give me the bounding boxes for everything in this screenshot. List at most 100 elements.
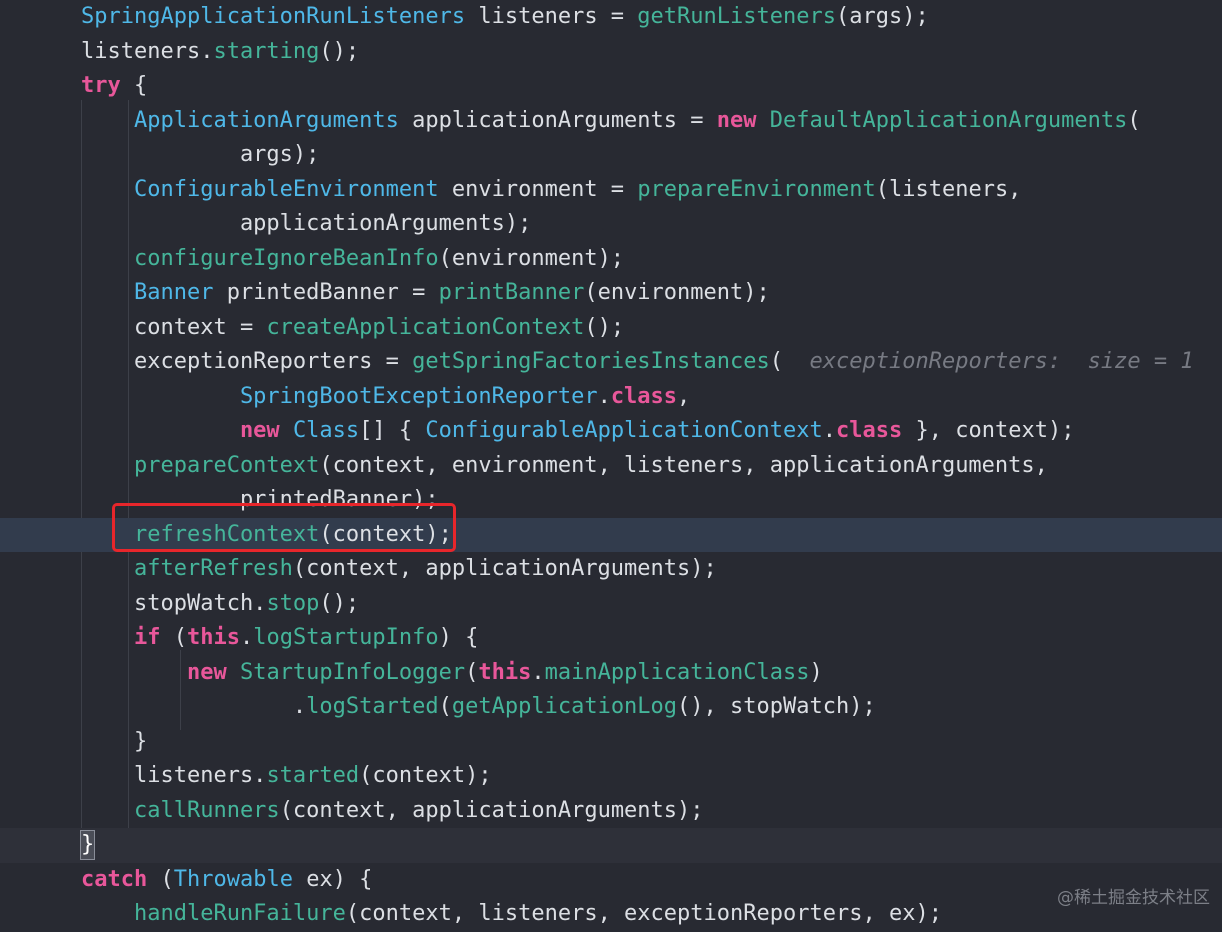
code-token: new — [81, 418, 280, 443]
code-token: this — [478, 659, 532, 685]
code-line[interactable]: stopWatch.stop(); — [0, 587, 1222, 622]
code-line[interactable]: } — [0, 828, 1222, 863]
code-token: listeners. — [81, 38, 214, 64]
code-token: , — [677, 383, 691, 409]
code-token: logStarted — [306, 694, 439, 719]
code-line[interactable]: applicationArguments); — [0, 207, 1222, 242]
code-editor[interactable]: SpringApplicationRunListeners listeners … — [0, 0, 1222, 926]
code-token: started — [266, 763, 360, 788]
code-token: ApplicationArguments — [81, 107, 399, 133]
code-token: callRunners — [81, 797, 280, 823]
code-line[interactable]: if (this.logStartupInfo) { — [0, 621, 1222, 656]
code-token: [] { — [359, 418, 426, 443]
code-token: getRunListeners — [637, 4, 836, 29]
code-token: SpringApplicationRunListeners — [81, 4, 466, 29]
code-token: handleRunFailure — [81, 901, 346, 926]
code-token: logStartupInfo — [253, 625, 439, 650]
code-token: ) — [809, 659, 823, 685]
code-token: (context); — [359, 763, 492, 788]
code-token: } — [79, 830, 96, 860]
code-line[interactable]: new StartupInfoLogger(this.mainApplicati… — [0, 656, 1222, 691]
code-line[interactable]: listeners.starting(); — [0, 35, 1222, 70]
code-token: ConfigurableEnvironment — [81, 176, 439, 202]
code-token: applicationArguments); — [81, 211, 532, 236]
code-line[interactable]: catch (Throwable ex) { — [0, 863, 1222, 898]
code-token: } — [81, 728, 148, 754]
code-token: try — [81, 73, 121, 98]
code-token: class — [610, 383, 678, 409]
code-line[interactable]: configureIgnoreBeanInfo(environment); — [0, 242, 1222, 277]
code-token: class — [836, 418, 903, 443]
code-token: catch — [81, 866, 148, 892]
code-line[interactable]: Banner printedBanner = printBanner(envir… — [0, 276, 1222, 311]
code-token: context = — [81, 314, 267, 340]
code-line[interactable]: } — [0, 725, 1222, 760]
code-token: (); — [584, 314, 625, 340]
code-line[interactable]: args); — [0, 138, 1222, 173]
code-token: listeners = — [465, 4, 638, 29]
code-line[interactable]: handleRunFailure(context, listeners, exc… — [0, 897, 1222, 932]
code-token: . — [81, 694, 307, 719]
code-token: stopWatch. — [81, 590, 267, 616]
code-token: StartupInfoLogger — [239, 659, 466, 685]
code-token: exceptionReporters = — [81, 349, 413, 374]
code-token: . — [597, 383, 611, 409]
code-token: ( — [465, 659, 479, 685]
code-line[interactable]: afterRefresh(context, applicationArgumen… — [0, 552, 1222, 587]
code-token: (); — [319, 590, 360, 616]
code-token: configureIgnoreBeanInfo — [81, 245, 439, 271]
code-token: printedBanner = — [213, 280, 439, 305]
code-line[interactable]: .logStarted(getApplicationLog(), stopWat… — [0, 690, 1222, 725]
code-token: Class — [292, 418, 360, 443]
code-token: exceptionReporters: size = 1 — [809, 349, 1194, 374]
code-token: (environment); — [438, 245, 625, 271]
code-line[interactable]: new Class[] { ConfigurableApplicationCon… — [0, 414, 1222, 449]
code-line[interactable]: listeners.started(context); — [0, 759, 1222, 794]
watermark: @稀土掘金技术社区 — [1057, 888, 1210, 908]
code-token: (context, listeners, exceptionReporters,… — [345, 901, 942, 926]
code-token: stop — [266, 590, 320, 616]
code-token: (context, applicationArguments); — [292, 556, 717, 581]
code-line[interactable]: context = createApplicationContext(); — [0, 311, 1222, 346]
code-token: ( — [438, 694, 452, 719]
code-token: (listeners, — [875, 176, 1022, 202]
code-line[interactable]: ApplicationArguments applicationArgument… — [0, 104, 1222, 139]
code-token: ex) { — [292, 866, 373, 892]
code-token: . — [531, 659, 545, 685]
code-token: (environment); — [584, 280, 770, 305]
code-token: environment = — [438, 176, 638, 202]
code-token: ( — [147, 866, 174, 892]
code-token: (context, environment, listeners, applic… — [319, 452, 1048, 478]
code-token: getApplicationLog — [451, 694, 678, 719]
code-token: prepareContext — [81, 452, 320, 478]
code-line[interactable]: prepareContext(context, environment, lis… — [0, 449, 1222, 484]
code-line[interactable]: try { — [0, 69, 1222, 104]
code-token: . — [239, 625, 254, 650]
code-token: ) { — [438, 625, 479, 650]
code-token: prepareEnvironment — [637, 176, 876, 202]
code-token: new — [716, 107, 757, 133]
code-line[interactable]: exceptionReporters = getSpringFactoriesI… — [0, 345, 1222, 380]
code-token: listeners. — [81, 763, 267, 788]
code-token: afterRefresh — [81, 556, 293, 581]
code-line[interactable]: callRunners(context, applicationArgument… — [0, 794, 1222, 829]
code-line[interactable]: ConfigurableEnvironment environment = pr… — [0, 173, 1222, 208]
code-line[interactable]: SpringBootExceptionReporter.class, — [0, 380, 1222, 415]
code-token: SpringBootExceptionReporter — [81, 383, 598, 409]
red-annotation-box — [112, 503, 456, 552]
code-token: ConfigurableApplicationContext — [425, 418, 823, 443]
code-token: (args); — [835, 4, 929, 29]
code-line[interactable]: SpringApplicationRunListeners listeners … — [0, 0, 1222, 35]
code-token: this — [186, 625, 240, 650]
code-token: createApplicationContext — [266, 314, 585, 340]
code-token: (context, applicationArguments); — [279, 797, 704, 823]
code-token: ( — [160, 625, 187, 650]
code-token: }, context); — [902, 418, 1075, 443]
code-token: DefaultApplicationArguments — [769, 107, 1128, 133]
code-token: (), stopWatch); — [677, 694, 876, 719]
code-token: (); — [319, 38, 360, 64]
code-token: . — [822, 418, 837, 443]
